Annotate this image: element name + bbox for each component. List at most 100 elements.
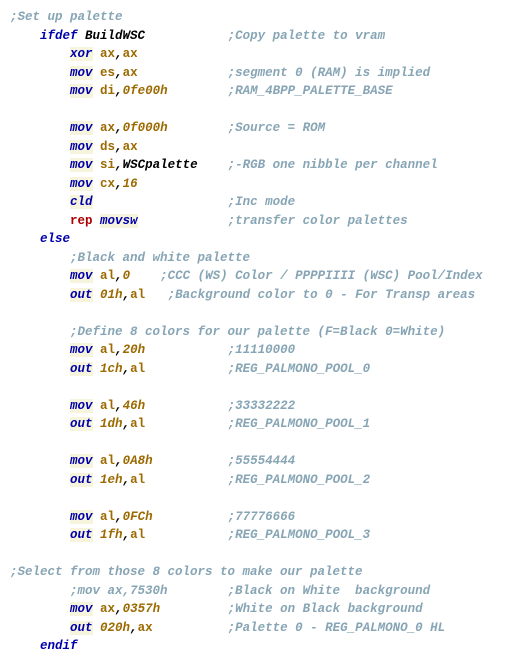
- token-plain: [10, 47, 70, 61]
- code-line: endif: [10, 637, 499, 656]
- code-line: mov al,0FCh ;77776666: [10, 508, 499, 527]
- code-line: out 1ch,al ;REG_PALMONO_POOL_0: [10, 360, 499, 379]
- token-sym: ,: [115, 121, 123, 135]
- token-pp: ifdef: [40, 29, 78, 43]
- token-reg: si: [100, 158, 115, 172]
- token-comment: ;REG_PALMONO_POOL_1: [228, 417, 371, 431]
- token-comment: ;55554444: [228, 454, 296, 468]
- token-inst-bg: out: [70, 288, 93, 302]
- token-ident: WSCpalette: [123, 158, 198, 172]
- token-comment: ;Palette 0 - REG_PALMONO_0 HL: [228, 621, 446, 635]
- token-num: 0: [123, 269, 131, 283]
- token-comment: ;REG_PALMONO_POOL_2: [228, 473, 371, 487]
- code-line: rep movsw ;transfer color palettes: [10, 212, 499, 231]
- code-line: mov ax,0357h ;White on Black background: [10, 600, 499, 619]
- token-comment: ;mov ax,7530h ;Black on White background: [70, 584, 430, 598]
- token-comment: ;Select from those 8 colors to make our …: [10, 565, 363, 579]
- token-reg: ax: [123, 140, 138, 154]
- token-num: 0FCh: [123, 510, 153, 524]
- token-plain: [145, 29, 228, 43]
- token-sym: ,: [123, 362, 131, 376]
- code-line: ;Set up palette: [10, 8, 499, 27]
- token-sym: ,: [115, 343, 123, 357]
- token-reg: al: [100, 454, 115, 468]
- token-num: 1fh: [100, 528, 123, 542]
- token-inst-bg: mov: [70, 158, 93, 172]
- code-line: mov di,0fe00h ;RAM_4BPP_PALETTE_BASE: [10, 82, 499, 101]
- token-inst-bg: mov: [70, 454, 93, 468]
- token-plain: [10, 140, 70, 154]
- token-plain: [10, 417, 70, 431]
- code-block: ;Set up palette ifdef BuildWSC ;Copy pal…: [10, 8, 499, 656]
- token-reg: al: [100, 399, 115, 413]
- token-plain: [145, 473, 228, 487]
- code-line: mov al,20h ;11110000: [10, 341, 499, 360]
- token-plain: [153, 454, 228, 468]
- code-line: mov al,0 ;CCC (WS) Color / PPPPIIII (WSC…: [10, 267, 499, 286]
- token-sym: ,: [115, 158, 123, 172]
- token-inst-bg: mov: [70, 121, 93, 135]
- code-line: cld ;Inc mode: [10, 193, 499, 212]
- token-plain: [93, 473, 101, 487]
- token-inst-bg: out: [70, 621, 93, 635]
- token-plain: [198, 158, 228, 172]
- code-line: [10, 434, 499, 453]
- token-num: 1eh: [100, 473, 123, 487]
- token-plain: [93, 195, 228, 209]
- token-plain: [10, 547, 18, 561]
- token-plain: [10, 510, 70, 524]
- token-plain: [93, 269, 101, 283]
- token-plain: [145, 362, 228, 376]
- token-plain: [145, 288, 168, 302]
- token-plain: [10, 251, 70, 265]
- token-plain: [93, 158, 101, 172]
- token-sym: ,: [115, 510, 123, 524]
- token-plain: [78, 29, 86, 43]
- token-plain: [10, 362, 70, 376]
- token-reg: ax: [100, 602, 115, 616]
- token-inst-bg: mov: [70, 399, 93, 413]
- code-line: [10, 378, 499, 397]
- token-reg: al: [100, 269, 115, 283]
- token-plain: [10, 288, 70, 302]
- token-plain: [93, 417, 101, 431]
- token-reg: al: [100, 510, 115, 524]
- code-line: xor ax,ax: [10, 45, 499, 64]
- token-comment: ;Set up palette: [10, 10, 123, 24]
- code-line: mov al,0A8h ;55554444: [10, 452, 499, 471]
- token-reg: ds: [100, 140, 115, 154]
- token-plain: [145, 528, 228, 542]
- token-plain: [10, 491, 18, 505]
- token-comment: ;REG_PALMONO_POOL_3: [228, 528, 371, 542]
- token-plain: [93, 66, 101, 80]
- token-num: 01h: [100, 288, 123, 302]
- token-inst-bg: out: [70, 528, 93, 542]
- token-reg: cx: [100, 177, 115, 191]
- token-plain: [93, 621, 101, 635]
- code-line: [10, 545, 499, 564]
- token-sym: ,: [123, 417, 131, 431]
- token-comment: ;transfer color palettes: [228, 214, 408, 228]
- token-reg: di: [100, 84, 115, 98]
- token-reg: ax: [100, 47, 115, 61]
- token-sym: ,: [123, 528, 131, 542]
- token-plain: [93, 510, 101, 524]
- token-plain: [10, 214, 70, 228]
- code-line: [10, 101, 499, 120]
- code-line: mov es,ax ;segment 0 (RAM) is implied: [10, 64, 499, 83]
- token-inst-bg: mov: [70, 140, 93, 154]
- token-inst-bg: mov: [70, 343, 93, 357]
- token-plain: [10, 399, 70, 413]
- code-line: out 1fh,al ;REG_PALMONO_POOL_3: [10, 526, 499, 545]
- token-sym: ,: [115, 84, 123, 98]
- token-rep: rep: [70, 214, 93, 228]
- code-line: mov cx,16: [10, 175, 499, 194]
- token-plain: [93, 528, 101, 542]
- token-comment: ;Black and white palette: [70, 251, 250, 265]
- token-reg: al: [130, 528, 145, 542]
- code-line: mov ax,0f000h ;Source = ROM: [10, 119, 499, 138]
- token-num: 1dh: [100, 417, 123, 431]
- token-plain: [10, 454, 70, 468]
- token-comment: ;RAM_4BPP_PALETTE_BASE: [228, 84, 393, 98]
- token-reg: al: [100, 343, 115, 357]
